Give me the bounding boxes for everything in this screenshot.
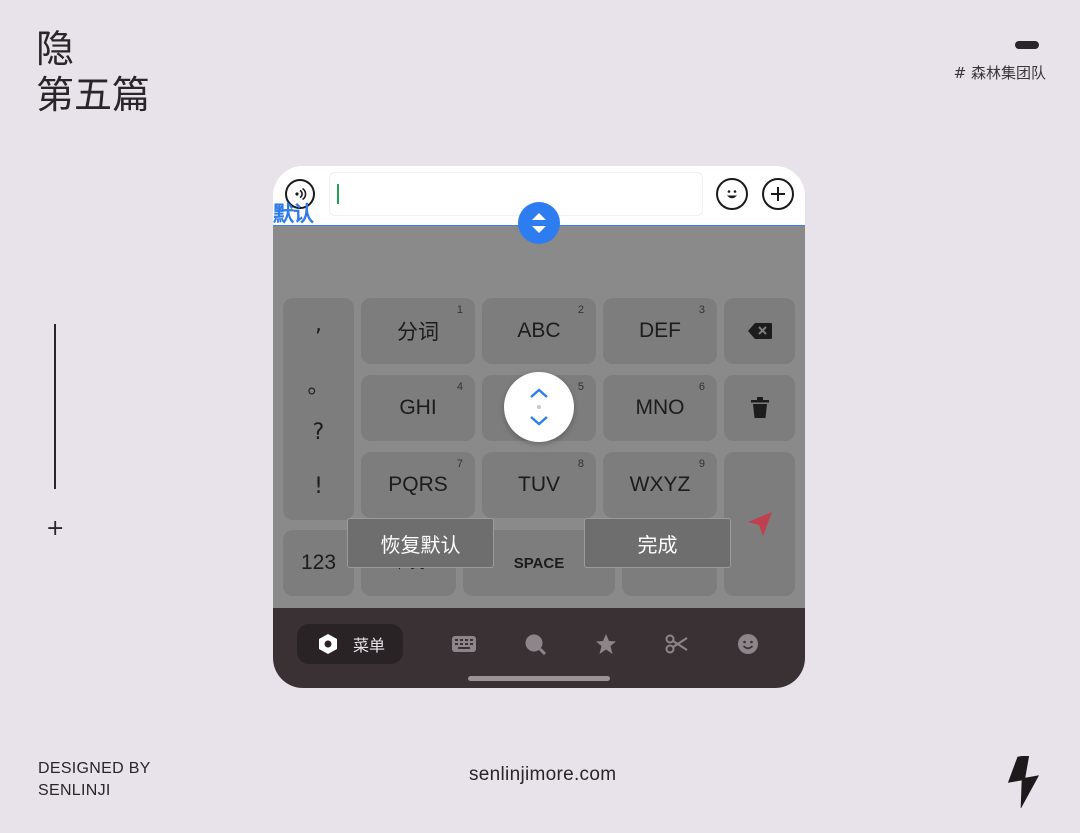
designed-by-line1: DESIGNED BY [38,760,151,777]
key-9-label: WXYZ [629,473,691,496]
key-6-label: MNO [635,396,685,419]
key-9[interactable]: 9 WXYZ [603,452,717,518]
text-caret [337,184,339,204]
smile-icon[interactable] [736,632,760,656]
keyboard-icon[interactable] [452,632,476,656]
emoji-icon[interactable] [716,178,748,210]
phone-screen: 默认 , 。 ? ! 1 分词 2 ABC 3 DEF 4 GHI 5 6 MN… [273,166,805,688]
key-6[interactable]: 6 MNO [603,375,717,441]
punct-period[interactable]: 。 [283,368,354,400]
key-4-label: GHI [399,396,437,419]
decor-plus-icon: + [46,516,65,541]
punctuation-column[interactable]: , 。 ? ! [283,298,354,520]
resize-handle-top[interactable] [518,202,560,244]
decor-dash [1015,41,1039,49]
key-7[interactable]: 7 PQRS [361,452,475,518]
send-key[interactable] [724,452,795,596]
key-1[interactable]: 1 分词 [361,298,475,364]
message-input[interactable] [329,172,703,216]
send-icon [747,512,772,536]
menu-button[interactable]: 菜单 [297,624,403,664]
key-3-num: 3 [698,304,705,316]
key-6-num: 6 [698,381,705,393]
key-1-num: 1 [456,304,463,316]
key-9-num: 9 [698,458,705,470]
key-3-label: DEF [639,319,681,342]
bolt-logo-icon [1007,756,1040,808]
key-4-num: 4 [456,381,463,393]
menu-label: 菜单 [353,636,386,655]
restore-default-button[interactable]: 恢复默认 [347,518,494,568]
key-5-num: 5 [577,381,584,393]
backspace-key[interactable] [724,298,795,364]
key-2[interactable]: 2 ABC [482,298,596,364]
key-123-label: 123 [300,551,337,574]
decor-vertical-line [54,324,56,489]
key-7-num: 7 [456,458,463,470]
home-indicator[interactable] [468,676,610,681]
bottom-toolbar: 菜单 [273,618,805,688]
search-icon[interactable] [523,632,547,656]
key-2-num: 2 [577,304,584,316]
designed-by: DESIGNED BY SENLINJI [38,758,151,802]
designed-by-line2: SENLINJI [38,782,111,799]
title-line-2: 第五篇 [36,73,151,117]
key-123[interactable]: 123 [283,530,354,596]
site-url: senlinjimore.com [469,764,617,785]
trash-icon [750,397,769,418]
backspace-icon [747,323,772,339]
key-1-label: 分词 [397,321,439,344]
punct-question[interactable]: ? [283,420,354,445]
punct-comma[interactable]: , [283,312,354,337]
hexagon-icon [319,634,337,654]
star-icon[interactable] [594,632,618,656]
key-7-label: PQRS [388,473,448,496]
clear-key[interactable] [724,375,795,441]
resize-handle-center[interactable] [504,372,574,442]
team-tag: # 森林集团队 [953,64,1046,82]
key-3[interactable]: 3 DEF [603,298,717,364]
page-title: 隐 第五篇 [36,26,150,118]
key-space-label: SPACE [513,554,565,572]
punct-exclaim[interactable]: ! [283,474,354,499]
scissors-icon[interactable] [665,632,689,656]
done-button[interactable]: 完成 [584,518,731,568]
key-4[interactable]: 4 GHI [361,375,475,441]
key-8-label: TUV [518,473,560,496]
key-2-label: ABC [517,319,561,342]
plus-icon[interactable] [762,178,794,210]
default-mode-label: 默认 [273,202,314,226]
title-line-1: 隐 [36,27,75,71]
key-8[interactable]: 8 TUV [482,452,596,518]
key-8-num: 8 [577,458,584,470]
